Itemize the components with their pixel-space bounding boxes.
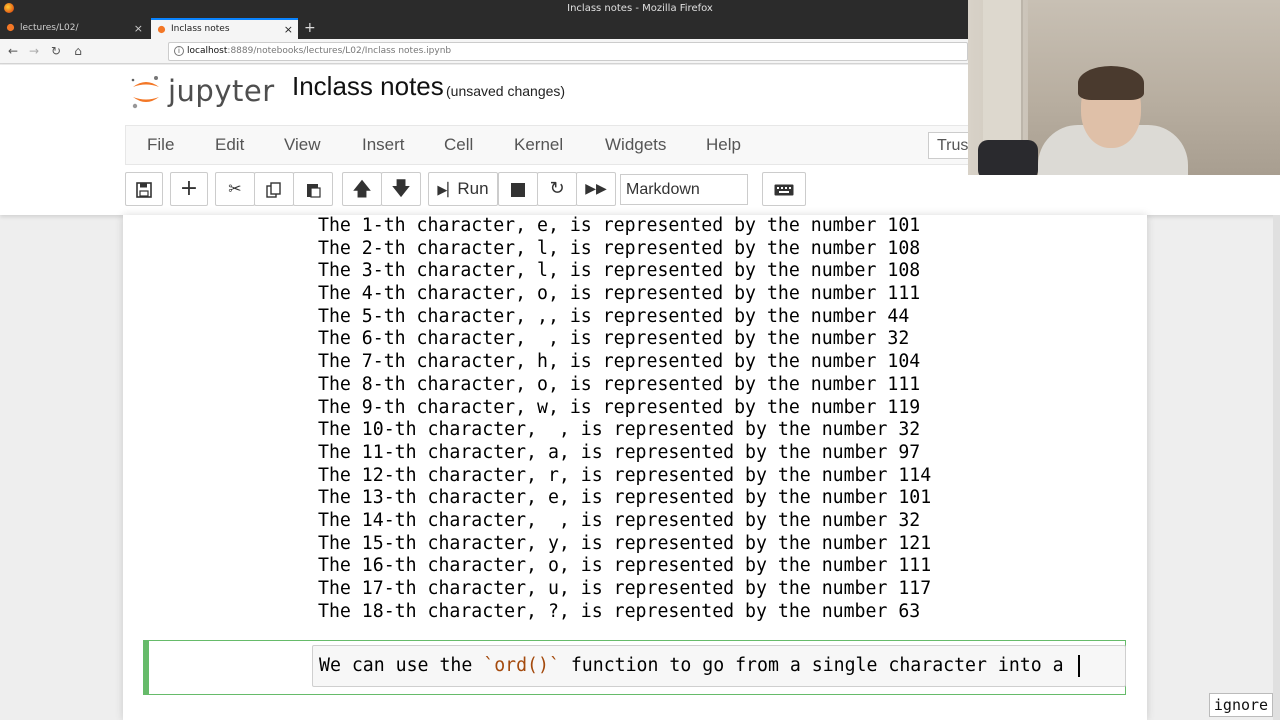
- output-line: The 13-th character, e, is represented b…: [318, 487, 932, 509]
- output-line: The 5-th character, ,, is represented by…: [318, 305, 910, 327]
- paste-icon[interactable]: [293, 172, 333, 206]
- webcam-overlay: [968, 0, 1280, 175]
- output-line: The 4-th character, o, is represented by…: [318, 283, 921, 305]
- output-line: The 18-th character, ?, is represented b…: [318, 600, 921, 622]
- cell-output: The 1-th character, e, is represented by…: [318, 215, 1118, 623]
- menu-help[interactable]: Help: [706, 126, 741, 164]
- forward-arrow-icon[interactable]: →: [25, 42, 43, 60]
- url-path: :8889/notebooks/lectures/L02/Inclass not…: [227, 46, 452, 56]
- output-line: The 14-th character, , is represented by…: [318, 509, 921, 531]
- move-down-arrow-icon[interactable]: 🡇: [381, 172, 421, 206]
- cell-type-select[interactable]: Markdown: [620, 174, 748, 205]
- output-line: The 11-th character, a, is represented b…: [318, 441, 921, 463]
- run-button[interactable]: ▶▏Run: [428, 172, 498, 206]
- output-line: The 6-th character, , is represented by …: [318, 328, 910, 350]
- url-bar[interactable]: i localhost:8889/notebooks/lectures/L02/…: [168, 42, 968, 61]
- url-host: localhost: [187, 46, 228, 56]
- move-up-arrow-icon[interactable]: 🡅: [342, 172, 382, 206]
- jupyter-mark-icon: [131, 76, 159, 109]
- menu-kernel[interactable]: Kernel: [514, 126, 563, 164]
- inline-code: `ord()`: [483, 655, 560, 676]
- reload-icon[interactable]: ↻: [47, 42, 65, 60]
- output-line: The 17-th character, u, is represented b…: [318, 578, 932, 599]
- output-line: The 12-th character, r, is represented b…: [318, 464, 932, 486]
- page-scrollbar[interactable]: [1273, 215, 1280, 720]
- home-icon[interactable]: ⌂: [69, 42, 87, 60]
- restart-kernel-icon[interactable]: ↻: [537, 172, 577, 206]
- copy-icon[interactable]: [254, 172, 294, 206]
- tab-lectures[interactable]: lectures/L02/ ×: [0, 18, 148, 39]
- menu-file[interactable]: File: [147, 126, 174, 164]
- ignore-button[interactable]: ignore: [1209, 693, 1273, 717]
- close-tab-icon[interactable]: ×: [134, 18, 143, 39]
- jupyter-logo[interactable]: jupyter: [130, 72, 275, 112]
- cell-text-before: We can use the: [319, 655, 484, 676]
- new-tab-icon[interactable]: +: [304, 18, 316, 39]
- webcam-person-hair: [1078, 66, 1144, 100]
- interrupt-stop-icon[interactable]: [498, 172, 538, 206]
- step-forward-icon: ▶▏: [437, 182, 458, 197]
- output-line: The 10-th character, , is represented by…: [318, 419, 921, 441]
- text-cursor: [1077, 655, 1080, 677]
- cut-icon[interactable]: ✂: [215, 172, 255, 206]
- tab-label: Inclass notes: [171, 24, 230, 34]
- webcam-chair: [978, 140, 1038, 175]
- tab-inclass-notes[interactable]: Inclass notes ×: [151, 18, 298, 39]
- output-line: The 15-th character, y, is represented b…: [318, 532, 932, 554]
- output-line: The 1-th character, e, is represented by…: [318, 215, 921, 236]
- notebook-container: The 1-th character, e, is represented by…: [123, 215, 1147, 720]
- notebook-title[interactable]: Inclass notes: [292, 71, 444, 102]
- keyboard-icon[interactable]: [762, 172, 806, 206]
- output-line: The 3-th character, l, is represented by…: [318, 260, 921, 282]
- output-line: The 2-th character, l, is represented by…: [318, 237, 921, 259]
- insert-cell-plus-icon[interactable]: +: [170, 172, 208, 206]
- jupyter-wordmark: jupyter: [168, 74, 275, 108]
- firefox-logo-icon: [4, 3, 14, 13]
- back-arrow-icon[interactable]: ←: [4, 42, 22, 60]
- tab-label: lectures/L02/: [20, 23, 79, 33]
- menu-insert[interactable]: Insert: [362, 126, 405, 164]
- output-line: The 7-th character, h, is represented by…: [318, 351, 921, 373]
- notebook-toolbar: + ✂ 🡅 🡇 ▶▏Run ↻ ▶▶ Markdown: [125, 172, 1025, 208]
- markdown-cell-edit-mode[interactable]: We can use the `ord()` function to go fr…: [143, 640, 1126, 695]
- menu-widgets[interactable]: Widgets: [605, 126, 666, 164]
- output-line: The 8-th character, o, is represented by…: [318, 373, 921, 395]
- cell-input-editor[interactable]: We can use the `ord()` function to go fr…: [312, 645, 1126, 687]
- site-info-icon[interactable]: i: [174, 46, 184, 56]
- fast-forward-icon[interactable]: ▶▶: [576, 172, 616, 206]
- close-tab-icon[interactable]: ×: [284, 20, 293, 39]
- folder-favicon-icon: [6, 23, 15, 32]
- menu-view[interactable]: View: [284, 126, 321, 164]
- output-line: The 9-th character, w, is represented by…: [318, 396, 921, 418]
- cell-text-after: function to go from a single character i…: [559, 655, 1075, 676]
- save-icon[interactable]: [125, 172, 163, 206]
- output-line: The 16-th character, o, is represented b…: [318, 555, 932, 577]
- run-label: Run: [457, 179, 489, 198]
- window-title: Inclass notes - Mozilla Firefox: [567, 3, 713, 14]
- save-status: (unsaved changes): [446, 83, 566, 99]
- menu-edit[interactable]: Edit: [215, 126, 244, 164]
- jupyter-favicon-icon: [157, 25, 166, 34]
- menu-cell[interactable]: Cell: [444, 126, 473, 164]
